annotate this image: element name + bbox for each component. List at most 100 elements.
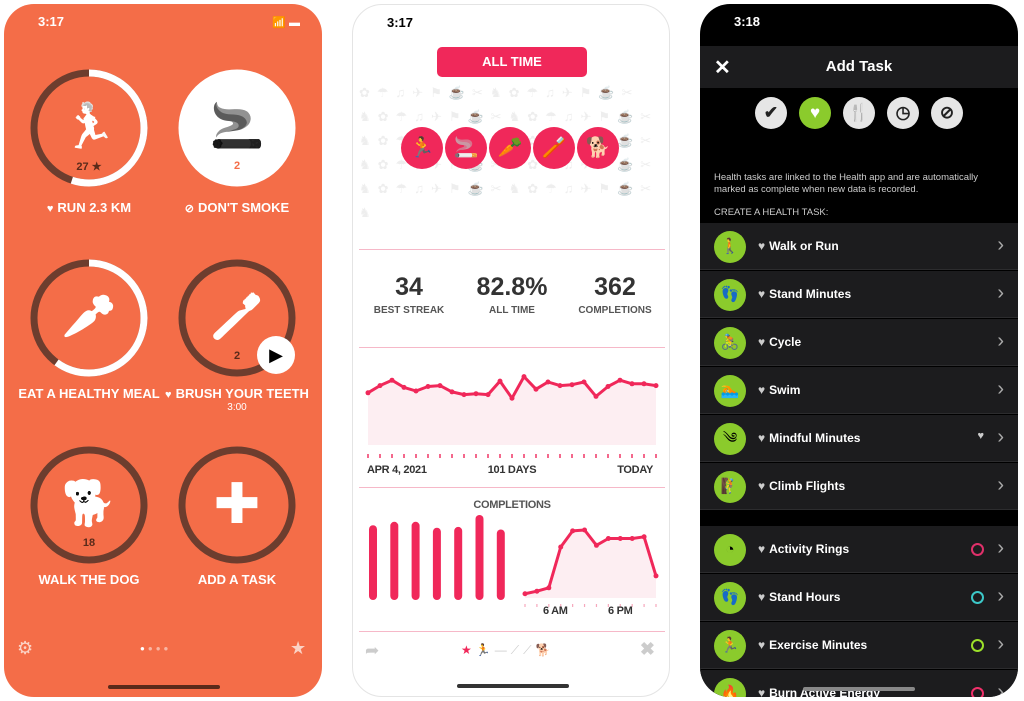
heart-category-icon[interactable]: ♥ xyxy=(799,97,831,129)
task-icon-button[interactable]: 🚬 xyxy=(445,127,487,169)
range-button[interactable]: ALL TIME xyxy=(437,47,587,77)
task-tile[interactable]: 🏃 27 ★ xyxy=(29,68,149,188)
hourly-point xyxy=(641,534,647,540)
history-tick xyxy=(439,454,441,458)
history-point xyxy=(629,381,635,387)
heart-icon: ♥ xyxy=(758,383,766,397)
history-tick xyxy=(655,454,657,458)
history-point xyxy=(641,381,647,387)
hourly-point xyxy=(629,536,635,541)
divider xyxy=(359,249,665,250)
heart-icon: ♥ xyxy=(758,686,766,697)
task-icon-button[interactable]: 🏃 xyxy=(401,127,443,169)
chevron-right-icon: › xyxy=(997,633,1004,655)
health-task-row[interactable]: 🔥 ♥ Burn Active Energy › xyxy=(700,670,1018,697)
hourly-tick xyxy=(524,604,526,607)
divider xyxy=(359,347,665,348)
history-chart xyxy=(365,374,659,458)
history-point xyxy=(653,383,659,389)
share-icon[interactable]: ➦ xyxy=(365,641,379,661)
history-point xyxy=(413,388,419,394)
chevron-right-icon: › xyxy=(997,681,1004,697)
close-icon[interactable]: ✖ xyxy=(640,639,655,660)
task-label-text: ADD A TASK xyxy=(197,572,277,587)
heart-icon: ♥ xyxy=(758,287,766,301)
history-point xyxy=(449,389,455,395)
task-icon-button[interactable]: 🪥 xyxy=(533,127,575,169)
fork-knife-category-icon[interactable]: 🍴 xyxy=(843,97,875,129)
chevron-right-icon: › xyxy=(997,585,1004,607)
task-label-text: Swim xyxy=(769,383,801,397)
task-tile[interactable]: 🥕 xyxy=(29,258,149,378)
task-label: ♥ Cycle xyxy=(758,335,801,349)
stat: 362 COMPLETIONS xyxy=(565,273,665,316)
task-label: ♥ Exercise Minutes xyxy=(758,638,867,652)
plus-icon: ✚ xyxy=(213,472,261,535)
task-label: ♥ Climb Flights xyxy=(758,479,845,493)
history-point xyxy=(521,374,527,380)
page-indicator[interactable]: ●●●● xyxy=(140,644,171,653)
no-category-icon[interactable]: ⊘ xyxy=(931,97,963,129)
history-point xyxy=(509,395,515,401)
history-point xyxy=(377,383,383,389)
stat-value: 362 xyxy=(594,273,636,301)
chevron-right-icon: › xyxy=(997,282,1004,304)
hour-label: 6 AM xyxy=(543,605,568,617)
task-tile[interactable]: 🚬 2 xyxy=(177,68,297,188)
health-task-row[interactable]: 👣 ♥ Stand Hours › xyxy=(700,574,1018,621)
history-point xyxy=(461,392,467,398)
stat-label: ALL TIME xyxy=(489,305,535,316)
health-task-row[interactable]: ༄ ♥ Mindful Minutes ♥ › xyxy=(700,415,1018,462)
star-icon[interactable]: ★ xyxy=(290,638,306,659)
hourly-tick xyxy=(595,604,598,607)
health-task-row[interactable]: 🧗 ♥ Climb Flights › xyxy=(700,463,1018,510)
weekday-bar xyxy=(454,526,463,600)
history-tick xyxy=(595,454,597,458)
gear-icon[interactable]: ⚙ xyxy=(17,638,33,659)
status-time: 3:17 xyxy=(38,14,65,29)
history-point xyxy=(389,377,395,383)
history-point xyxy=(401,384,407,390)
status-time: 3:17 xyxy=(387,15,414,30)
health-task-row[interactable]: 🚶 ♥ Walk or Run › xyxy=(700,223,1018,270)
clock-category-icon[interactable]: ◷ xyxy=(887,97,919,129)
chevron-right-icon: › xyxy=(997,378,1004,400)
task-tile[interactable]: ✚ xyxy=(177,445,297,565)
health-task-row[interactable]: 🚴 ♥ Cycle › xyxy=(700,319,1018,366)
task-tile[interactable]: 🐕 18 xyxy=(29,445,149,565)
stat: 34 BEST STREAK xyxy=(359,273,459,316)
health-task-row[interactable]: 🏃 ♥ Exercise Minutes › xyxy=(700,622,1018,669)
history-tick xyxy=(415,454,417,458)
history-point xyxy=(533,386,539,392)
history-point xyxy=(605,384,611,389)
divider xyxy=(359,487,665,488)
history-tick xyxy=(559,454,561,458)
task-label: ♥ Swim xyxy=(758,383,800,397)
status-icons: 📶 ▬ xyxy=(272,17,300,29)
hourly-tick xyxy=(536,604,538,607)
task-label-text: Exercise Minutes xyxy=(769,638,868,652)
task-icon-button[interactable]: 🥕 xyxy=(489,127,531,169)
health-task-row[interactable]: ◔ ♥ Activity Rings › xyxy=(700,526,1018,573)
carrot-icon: 🥕 xyxy=(61,292,117,341)
health-task-row[interactable]: 👣 ♥ Stand Minutes › xyxy=(700,271,1018,318)
task-icon-button[interactable]: 🐕 xyxy=(577,127,619,169)
stat-value: 82.8% xyxy=(476,273,548,301)
chevron-right-icon: › xyxy=(997,234,1004,256)
task-label: ♥ Walk or Run xyxy=(758,239,839,253)
chevron-right-icon: › xyxy=(997,537,1004,559)
play-button[interactable]: ▶ xyxy=(257,336,295,374)
heart-icon: ♥ xyxy=(758,542,766,556)
weekday-bar xyxy=(475,515,484,600)
health-task-row[interactable]: 🏊 ♥ Swim › xyxy=(700,367,1018,414)
status-time: 3:18 xyxy=(734,14,761,29)
task-icon: 🧗 xyxy=(714,471,746,503)
history-tick xyxy=(619,454,621,458)
hourly-tick xyxy=(583,604,586,607)
history-point xyxy=(473,391,479,397)
task-label: ⊘ DON'T SMOKE xyxy=(162,200,312,215)
task-label-text: Activity Rings xyxy=(769,542,850,556)
cigarette-icon: 🚬 xyxy=(209,102,265,151)
task-switcher[interactable]: ★🏃—⟋⟋🐕 xyxy=(461,643,554,658)
check-category-icon[interactable]: ✔ xyxy=(755,97,787,129)
